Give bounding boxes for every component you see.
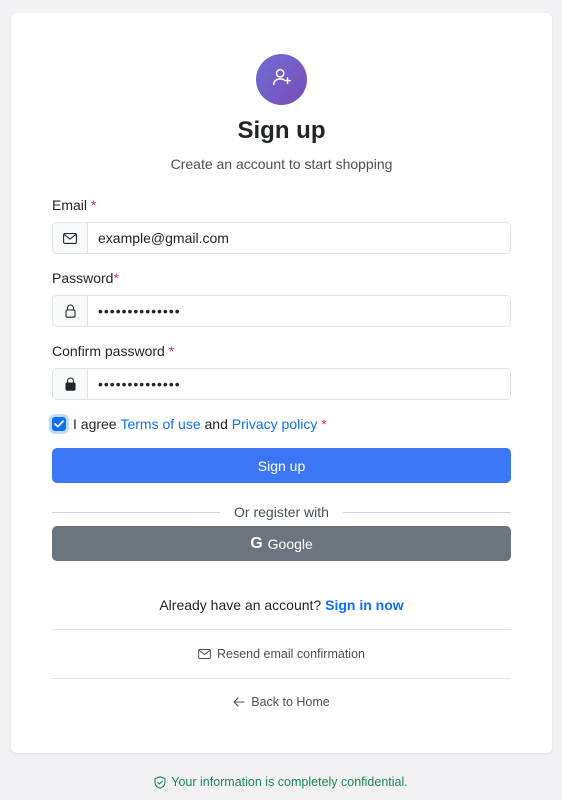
- privacy-policy-link[interactable]: Privacy policy: [232, 416, 318, 432]
- agree-prefix: I agree: [73, 416, 117, 432]
- page-subtitle: Create an account to start shopping: [170, 156, 393, 172]
- divider: [52, 678, 511, 679]
- or-register-divider: Or register with: [52, 502, 512, 522]
- resend-confirmation-label: Resend email confirmation: [217, 647, 365, 661]
- google-button-label: Google: [267, 535, 313, 552]
- confirm-password-field[interactable]: [88, 369, 510, 399]
- lock-fill-icon: [53, 369, 88, 399]
- signin-prompt-text: Already have an account?: [159, 597, 322, 613]
- terms-checkbox[interactable]: [52, 417, 66, 431]
- password-label: Password*: [52, 270, 119, 286]
- signup-card: Sign up Create an account to start shopp…: [11, 13, 552, 753]
- agree-and: and: [204, 416, 228, 432]
- confirm-password-input-group: [52, 368, 511, 400]
- sign-up-button[interactable]: Sign up: [52, 448, 511, 483]
- signin-prompt: Already have an account? Sign in now: [11, 597, 552, 613]
- divider-line-left: [52, 511, 221, 513]
- avatar: [256, 54, 307, 105]
- terms-of-use-link[interactable]: Terms of use: [120, 416, 200, 432]
- divider: [52, 629, 511, 630]
- back-to-home-link[interactable]: Back to Home: [11, 695, 552, 709]
- email-label-text: Email: [52, 197, 88, 213]
- google-icon: G: [250, 534, 263, 552]
- required-mark: *: [90, 197, 97, 213]
- lock-outline-icon: [53, 296, 88, 326]
- required-mark: *: [168, 343, 175, 359]
- envelope-icon: [198, 649, 211, 659]
- divider-text: Or register with: [234, 504, 329, 520]
- email-input-group: [52, 222, 511, 254]
- google-signup-button[interactable]: G Google: [52, 526, 511, 561]
- envelope-icon: [53, 223, 88, 253]
- person-add-icon: [271, 66, 293, 93]
- divider-line-right: [342, 511, 512, 513]
- password-field[interactable]: [88, 296, 510, 326]
- required-mark: *: [321, 416, 327, 432]
- back-to-home-label: Back to Home: [251, 695, 330, 709]
- email-field[interactable]: [88, 223, 510, 253]
- password-label-text: Password: [52, 270, 114, 286]
- confirm-password-label-text: Confirm password: [52, 343, 165, 359]
- confidential-notice: Your information is completely confident…: [0, 775, 562, 789]
- password-input-group: [52, 295, 511, 327]
- confidential-text: Your information is completely confident…: [171, 775, 408, 789]
- page-title: Sign up: [237, 117, 326, 144]
- terms-agreement: I agree Terms of use and Privacy policy …: [52, 416, 327, 432]
- sign-in-link[interactable]: Sign in now: [325, 597, 404, 613]
- required-mark: *: [113, 270, 119, 286]
- email-label: Email *: [52, 197, 96, 213]
- arrow-left-icon: [233, 697, 245, 707]
- confirm-password-label: Confirm password *: [52, 343, 174, 359]
- resend-confirmation-link[interactable]: Resend email confirmation: [11, 647, 552, 661]
- shield-check-icon: [154, 775, 166, 789]
